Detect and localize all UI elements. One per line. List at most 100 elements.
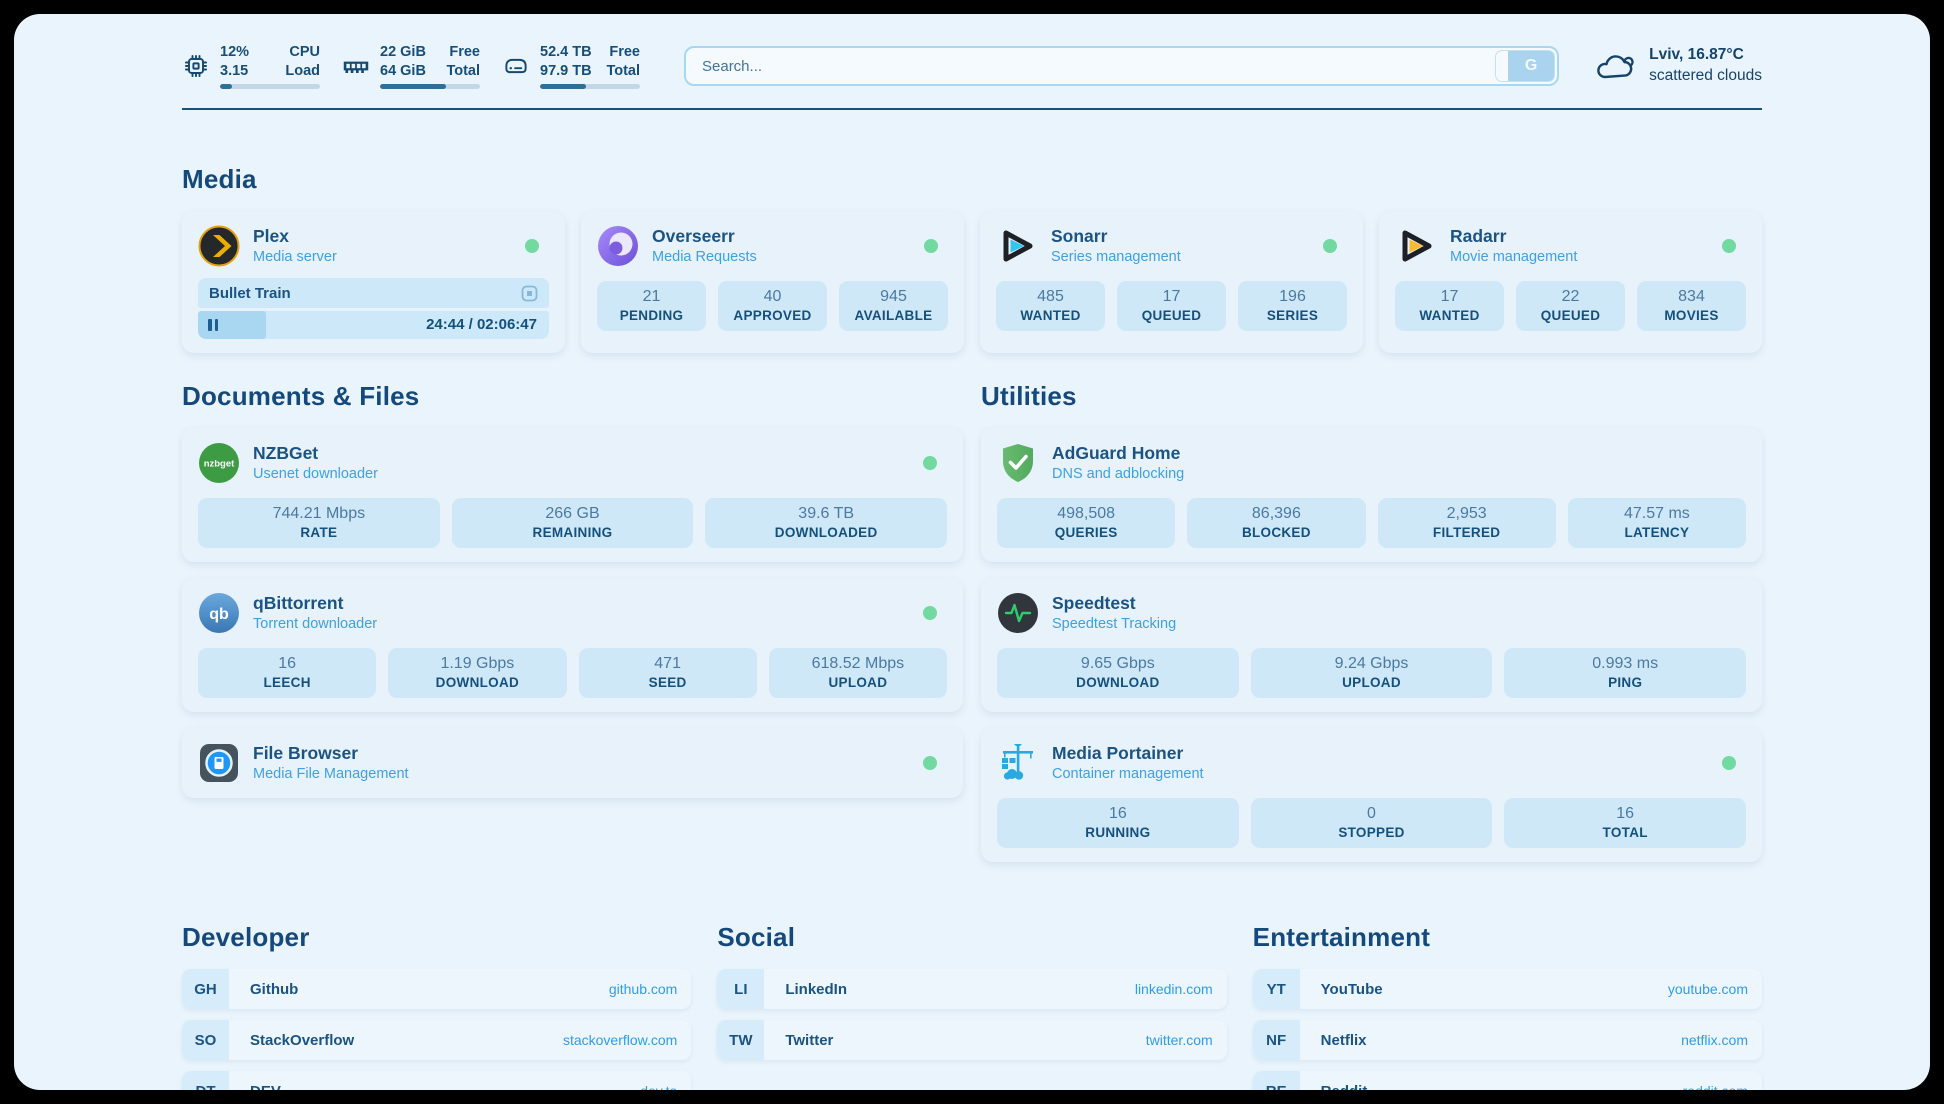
ram-label-bottom: Total <box>446 62 480 80</box>
adguard-icon <box>997 442 1039 484</box>
stat-available: 945AVAILABLE <box>839 281 948 331</box>
topbar-divider <box>182 108 1762 110</box>
app-card-adguard[interactable]: AdGuard Home DNS and adblocking 498,508Q… <box>981 428 1762 562</box>
status-online-dot <box>924 239 938 253</box>
app-name: File Browser <box>253 742 409 765</box>
youtube-icon: YT <box>1253 969 1300 1009</box>
app-subtitle: Speedtest Tracking <box>1052 615 1176 634</box>
bookmark-twitter[interactable]: TW Twitter twitter.com <box>717 1020 1226 1060</box>
app-subtitle: Media File Management <box>253 765 409 784</box>
playback-time: 24:44 / 02:06:47 <box>426 316 537 333</box>
plex-now-playing: Bullet Train 24:44 / 02:06:47 <box>198 278 549 339</box>
ram-widget: 22 GiB 64 GiB Free Total <box>342 43 480 88</box>
app-name: Radarr <box>1450 225 1577 248</box>
cpu-loadavg: 3.15 <box>220 62 249 80</box>
app-subtitle: Usenet downloader <box>253 465 378 484</box>
playback-progressbar[interactable]: 24:44 / 02:06:47 <box>198 311 549 339</box>
cpu-icon <box>182 52 210 80</box>
media-section-title: Media <box>182 164 1762 195</box>
app-name: qBittorrent <box>253 592 377 615</box>
disk-label-top: Free <box>606 43 640 61</box>
app-card-speedtest[interactable]: Speedtest Speedtest Tracking 9.65 GbpsDO… <box>981 578 1762 712</box>
google-icon: G <box>1508 51 1554 81</box>
bookmark-linkedin[interactable]: LI LinkedIn linkedin.com <box>717 969 1226 1009</box>
bookmark-reddit[interactable]: RE Reddit reddit.com <box>1253 1071 1762 1090</box>
utilities-section: Utilities AdGuard Home DNS and adblockin… <box>981 381 1762 878</box>
stat-ping: 0.993 msPING <box>1504 648 1746 698</box>
app-card-plex[interactable]: Plex Media server Bullet Train <box>182 211 565 353</box>
stat-running: 16RUNNING <box>997 798 1239 848</box>
pause-icon <box>208 319 218 331</box>
cpu-progress-fill <box>220 84 232 89</box>
stat-movies: 834MOVIES <box>1637 281 1746 331</box>
stat-rate: 744.21 MbpsRATE <box>198 498 440 548</box>
bookmark-netflix[interactable]: NF Netflix netflix.com <box>1253 1020 1762 1060</box>
stat-blocked: 86,396BLOCKED <box>1187 498 1365 548</box>
stat-latency: 47.57 msLATENCY <box>1568 498 1746 548</box>
app-card-filebrowser[interactable]: File Browser Media File Management <box>182 728 963 798</box>
app-subtitle: Container management <box>1052 765 1204 784</box>
stat-leech: 16LEECH <box>198 648 376 698</box>
social-bookmarks: Social LI LinkedIn linkedin.com TW Twitt… <box>717 922 1226 1071</box>
stat-download: 1.19 GbpsDOWNLOAD <box>388 648 566 698</box>
bookmark-github[interactable]: GH Github github.com <box>182 969 691 1009</box>
app-card-overseerr[interactable]: Overseerr Media Requests 21PENDING 40APP… <box>581 211 964 353</box>
status-online-dot <box>1323 239 1337 253</box>
cpu-widget: 12% 3.15 CPU Load <box>182 43 320 88</box>
weather-condition: scattered clouds <box>1649 66 1762 87</box>
sonarr-icon <box>996 225 1038 267</box>
search-input[interactable] <box>684 46 1559 86</box>
cloud-icon <box>1595 50 1637 82</box>
bookmark-youtube[interactable]: YT YouTube youtube.com <box>1253 969 1762 1009</box>
system-widgets: 12% 3.15 CPU Load <box>182 43 640 88</box>
linkedin-icon: LI <box>717 969 764 1009</box>
reddit-icon: RE <box>1253 1071 1300 1090</box>
stackoverflow-icon: SO <box>182 1020 229 1060</box>
app-card-qbittorrent[interactable]: qb qBittorrent Torrent downloader 16LEEC… <box>182 578 963 712</box>
portainer-icon <box>997 742 1039 784</box>
status-online-dot <box>923 456 937 470</box>
status-online-dot <box>923 606 937 620</box>
radarr-icon <box>1395 225 1437 267</box>
app-card-sonarr[interactable]: Sonarr Series management 485WANTED 17QUE… <box>980 211 1363 353</box>
dashboard-page: 12% 3.15 CPU Load <box>14 14 1930 1090</box>
search-engine-button[interactable]: G <box>1495 50 1555 82</box>
stat-filtered: 2,953FILTERED <box>1378 498 1556 548</box>
app-name: Media Portainer <box>1052 742 1204 765</box>
app-name: Plex <box>253 225 337 248</box>
disk-progress-fill <box>540 84 586 89</box>
netflix-icon: NF <box>1253 1020 1300 1060</box>
media-section: Media Plex Media server B <box>182 164 1762 353</box>
stat-downloaded: 39.6 TBDOWNLOADED <box>705 498 947 548</box>
disk-free: 52.4 TB <box>540 43 592 61</box>
stat-pending: 21PENDING <box>597 281 706 331</box>
svg-text:qb: qb <box>209 606 229 623</box>
social-title: Social <box>717 922 1226 953</box>
weather-widget: Lviv, 16.87°C scattered clouds <box>1595 45 1762 87</box>
app-subtitle: Series management <box>1051 248 1181 267</box>
disk-widget: 52.4 TB 97.9 TB Free Total <box>502 43 640 88</box>
stop-icon[interactable] <box>521 285 538 302</box>
app-card-radarr[interactable]: Radarr Movie management 17WANTED 22QUEUE… <box>1379 211 1762 353</box>
media-cards-row: Plex Media server Bullet Train <box>182 211 1762 353</box>
nzbget-icon: nzbget <box>198 442 240 484</box>
search-bar: G <box>684 46 1559 86</box>
qbittorrent-icon: qb <box>198 592 240 634</box>
app-name: Overseerr <box>652 225 757 248</box>
app-card-nzbget[interactable]: nzbget NZBGet Usenet downloader 744.21 M… <box>182 428 963 562</box>
bookmark-stackoverflow[interactable]: SO StackOverflow stackoverflow.com <box>182 1020 691 1060</box>
cpu-percent: 12% <box>220 43 249 61</box>
stat-approved: 40APPROVED <box>718 281 827 331</box>
github-icon: GH <box>182 969 229 1009</box>
entertainment-title: Entertainment <box>1253 922 1762 953</box>
stat-download: 9.65 GbpsDOWNLOAD <box>997 648 1239 698</box>
developer-bookmarks: Developer GH Github github.com SO StackO… <box>182 922 691 1090</box>
bookmark-dev[interactable]: DT DEV dev.to <box>182 1071 691 1090</box>
app-card-portainer[interactable]: Media Portainer Container management 16R… <box>981 728 1762 862</box>
app-subtitle: Movie management <box>1450 248 1577 267</box>
app-subtitle: DNS and adblocking <box>1052 465 1184 484</box>
filebrowser-icon <box>198 742 240 784</box>
stat-upload: 618.52 MbpsUPLOAD <box>769 648 947 698</box>
utilities-section-title: Utilities <box>981 381 1762 412</box>
speedtest-icon <box>997 592 1039 634</box>
